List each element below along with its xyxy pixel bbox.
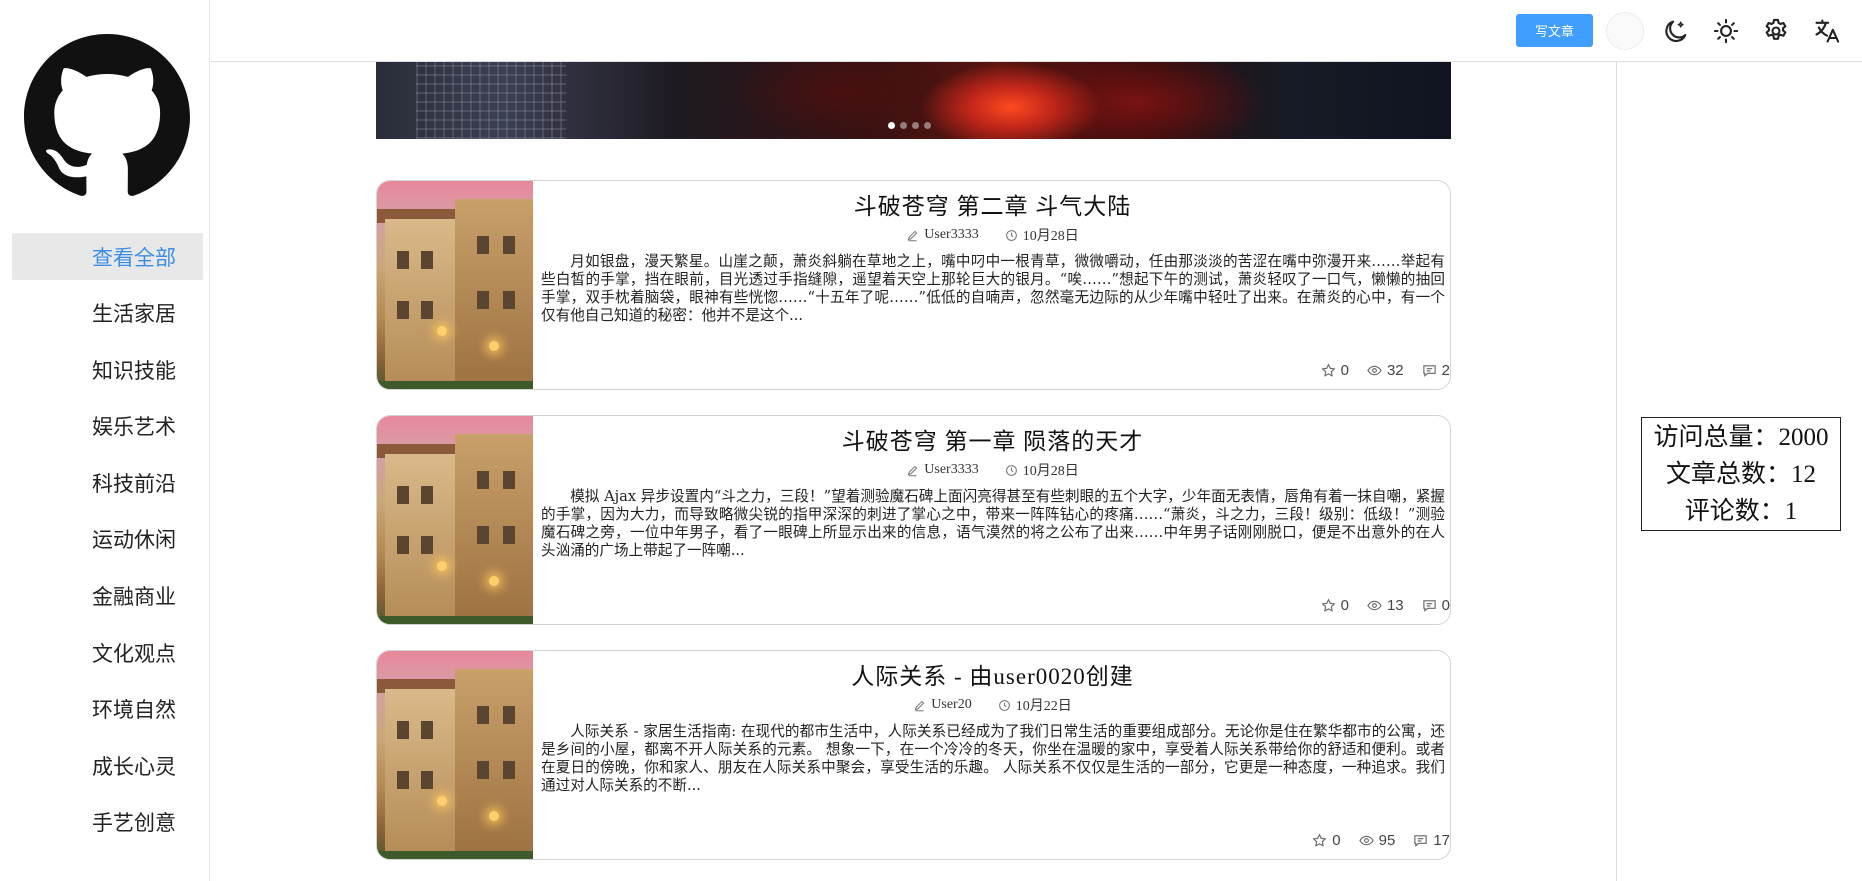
category-nav: 查看全部 生活家居 知识技能 娱乐艺术 科技前沿 运动休闲 金融商业 文化观点 … bbox=[12, 233, 203, 856]
pen-icon bbox=[907, 465, 918, 476]
article-actions: 0 95 17 bbox=[1312, 832, 1450, 849]
article-author: User3333 bbox=[924, 462, 979, 477]
nav-item-tech[interactable]: 科技前沿 bbox=[12, 459, 203, 506]
comment-count: 0 bbox=[1441, 597, 1450, 614]
article-meta: User3333 10月28日 bbox=[533, 225, 1450, 245]
article-title[interactable]: 人际关系 - 由user0020创建 bbox=[533, 657, 1450, 691]
star-icon bbox=[1321, 598, 1336, 612]
star-action[interactable]: 0 bbox=[1321, 597, 1349, 614]
views-count: 13 bbox=[1386, 597, 1404, 614]
article-card[interactable]: 斗破苍穹 第二章 斗气大陆 User3333 10月28日 月如银盘，漫天繁星。… bbox=[376, 180, 1451, 390]
clock-icon bbox=[1005, 229, 1017, 241]
top-header: 写文章 bbox=[211, 0, 1862, 62]
article-card[interactable]: 人际关系 - 由user0020创建 User20 10月22日 人际关系 - … bbox=[376, 650, 1451, 860]
nav-item-knowledge[interactable]: 知识技能 bbox=[12, 346, 203, 393]
nav-item-home-life[interactable]: 生活家居 bbox=[12, 290, 203, 337]
nav-item-sports[interactable]: 运动休闲 bbox=[12, 516, 203, 563]
nav-item-culture[interactable]: 文化观点 bbox=[12, 629, 203, 676]
article-meta: User3333 10月28日 bbox=[533, 460, 1450, 480]
article-thumbnail[interactable] bbox=[377, 416, 533, 624]
article-thumbnail[interactable] bbox=[377, 181, 533, 389]
carousel-dot[interactable] bbox=[888, 122, 895, 129]
article-card[interactable]: 斗破苍穹 第一章 陨落的天才 User3333 10月28日 模拟 Ajax 异… bbox=[376, 415, 1451, 625]
banner-carousel[interactable] bbox=[376, 62, 1451, 139]
comment-action[interactable]: 0 bbox=[1422, 597, 1450, 614]
comment-icon bbox=[1414, 835, 1427, 847]
banner-image bbox=[416, 62, 566, 139]
article-title[interactable]: 斗破苍穹 第二章 斗气大陆 bbox=[533, 187, 1450, 221]
write-article-button[interactable]: 写文章 bbox=[1516, 14, 1593, 47]
views-stat: 13 bbox=[1367, 597, 1404, 614]
carousel-indicators bbox=[888, 122, 931, 129]
carousel-dot[interactable] bbox=[912, 122, 919, 129]
carousel-dot[interactable] bbox=[924, 122, 931, 129]
pen-icon bbox=[914, 700, 925, 711]
nav-item-crafts[interactable]: 手艺创意 bbox=[12, 799, 203, 846]
star-icon bbox=[1312, 833, 1327, 847]
star-count: 0 bbox=[1340, 362, 1349, 379]
article-date: 10月22日 bbox=[1015, 699, 1072, 714]
moon-icon[interactable] bbox=[1659, 14, 1693, 48]
article-excerpt: 模拟 Ajax 异步设置内“斗之力，三段！”望着测验魔石碑上面闪亮得甚至有些刺眼… bbox=[541, 488, 1445, 559]
carousel-dot[interactable] bbox=[900, 122, 907, 129]
github-icon[interactable] bbox=[20, 34, 194, 200]
star-action[interactable]: 0 bbox=[1321, 362, 1349, 379]
nav-item-environment[interactable]: 环境自然 bbox=[12, 686, 203, 733]
article-actions: 0 32 2 bbox=[1321, 362, 1450, 379]
views-stat: 32 bbox=[1367, 362, 1404, 379]
article-actions: 0 13 0 bbox=[1321, 597, 1450, 614]
eye-icon bbox=[1367, 365, 1382, 376]
right-divider bbox=[1616, 62, 1617, 881]
stat-comments: 评论数：1 bbox=[1684, 497, 1798, 525]
article-thumbnail[interactable] bbox=[377, 651, 533, 859]
article-author: User20 bbox=[931, 697, 972, 712]
article-meta: User20 10月22日 bbox=[533, 695, 1450, 715]
eye-icon bbox=[1358, 835, 1374, 846]
comment-action[interactable]: 2 bbox=[1422, 362, 1450, 379]
translate-icon[interactable] bbox=[1810, 14, 1844, 48]
nav-item-growth[interactable]: 成长心灵 bbox=[12, 742, 203, 789]
stat-articles: 文章总数：12 bbox=[1665, 460, 1816, 488]
article-date: 10月28日 bbox=[1022, 464, 1079, 479]
article-excerpt: 人际关系 - 家居生活指南: 在现代的都市生活中，人际关系已经成为了我们日常生活… bbox=[541, 723, 1445, 794]
pen-icon bbox=[907, 230, 918, 241]
clock-icon bbox=[998, 699, 1010, 711]
comment-action[interactable]: 17 bbox=[1413, 832, 1450, 849]
gear-icon[interactable] bbox=[1759, 14, 1793, 48]
star-icon bbox=[1321, 363, 1336, 377]
star-count: 0 bbox=[1340, 597, 1349, 614]
site-stats-box: 访问总量：2000 文章总数：12 评论数：1 bbox=[1641, 417, 1841, 531]
nav-item-finance[interactable]: 金融商业 bbox=[12, 573, 203, 620]
views-stat: 95 bbox=[1358, 832, 1396, 849]
comment-count: 2 bbox=[1441, 362, 1450, 379]
views-count: 32 bbox=[1386, 362, 1404, 379]
comment-icon bbox=[1422, 365, 1436, 377]
sun-icon[interactable] bbox=[1709, 14, 1743, 48]
nav-item-entertainment[interactable]: 娱乐艺术 bbox=[12, 403, 203, 450]
article-author: User3333 bbox=[924, 227, 979, 242]
article-date: 10月28日 bbox=[1022, 229, 1079, 244]
avatar[interactable] bbox=[1606, 12, 1644, 50]
sidebar: 查看全部 生活家居 知识技能 娱乐艺术 科技前沿 运动休闲 金融商业 文化观点 … bbox=[0, 0, 210, 881]
nav-item-all[interactable]: 查看全部 bbox=[12, 233, 203, 280]
eye-icon bbox=[1367, 600, 1382, 611]
clock-icon bbox=[1005, 464, 1017, 476]
stat-visits: 访问总量：2000 bbox=[1653, 423, 1829, 451]
comment-count: 17 bbox=[1433, 832, 1450, 849]
star-count: 0 bbox=[1332, 832, 1341, 849]
article-excerpt: 月如银盘，漫天繁星。山崖之颠，萧炎斜躺在草地之上，嘴中叼中一根青草，微微嚼动，任… bbox=[541, 253, 1445, 324]
star-action[interactable]: 0 bbox=[1312, 832, 1341, 849]
comment-icon bbox=[1422, 600, 1436, 612]
article-title[interactable]: 斗破苍穹 第一章 陨落的天才 bbox=[533, 422, 1450, 456]
views-count: 95 bbox=[1378, 832, 1396, 849]
